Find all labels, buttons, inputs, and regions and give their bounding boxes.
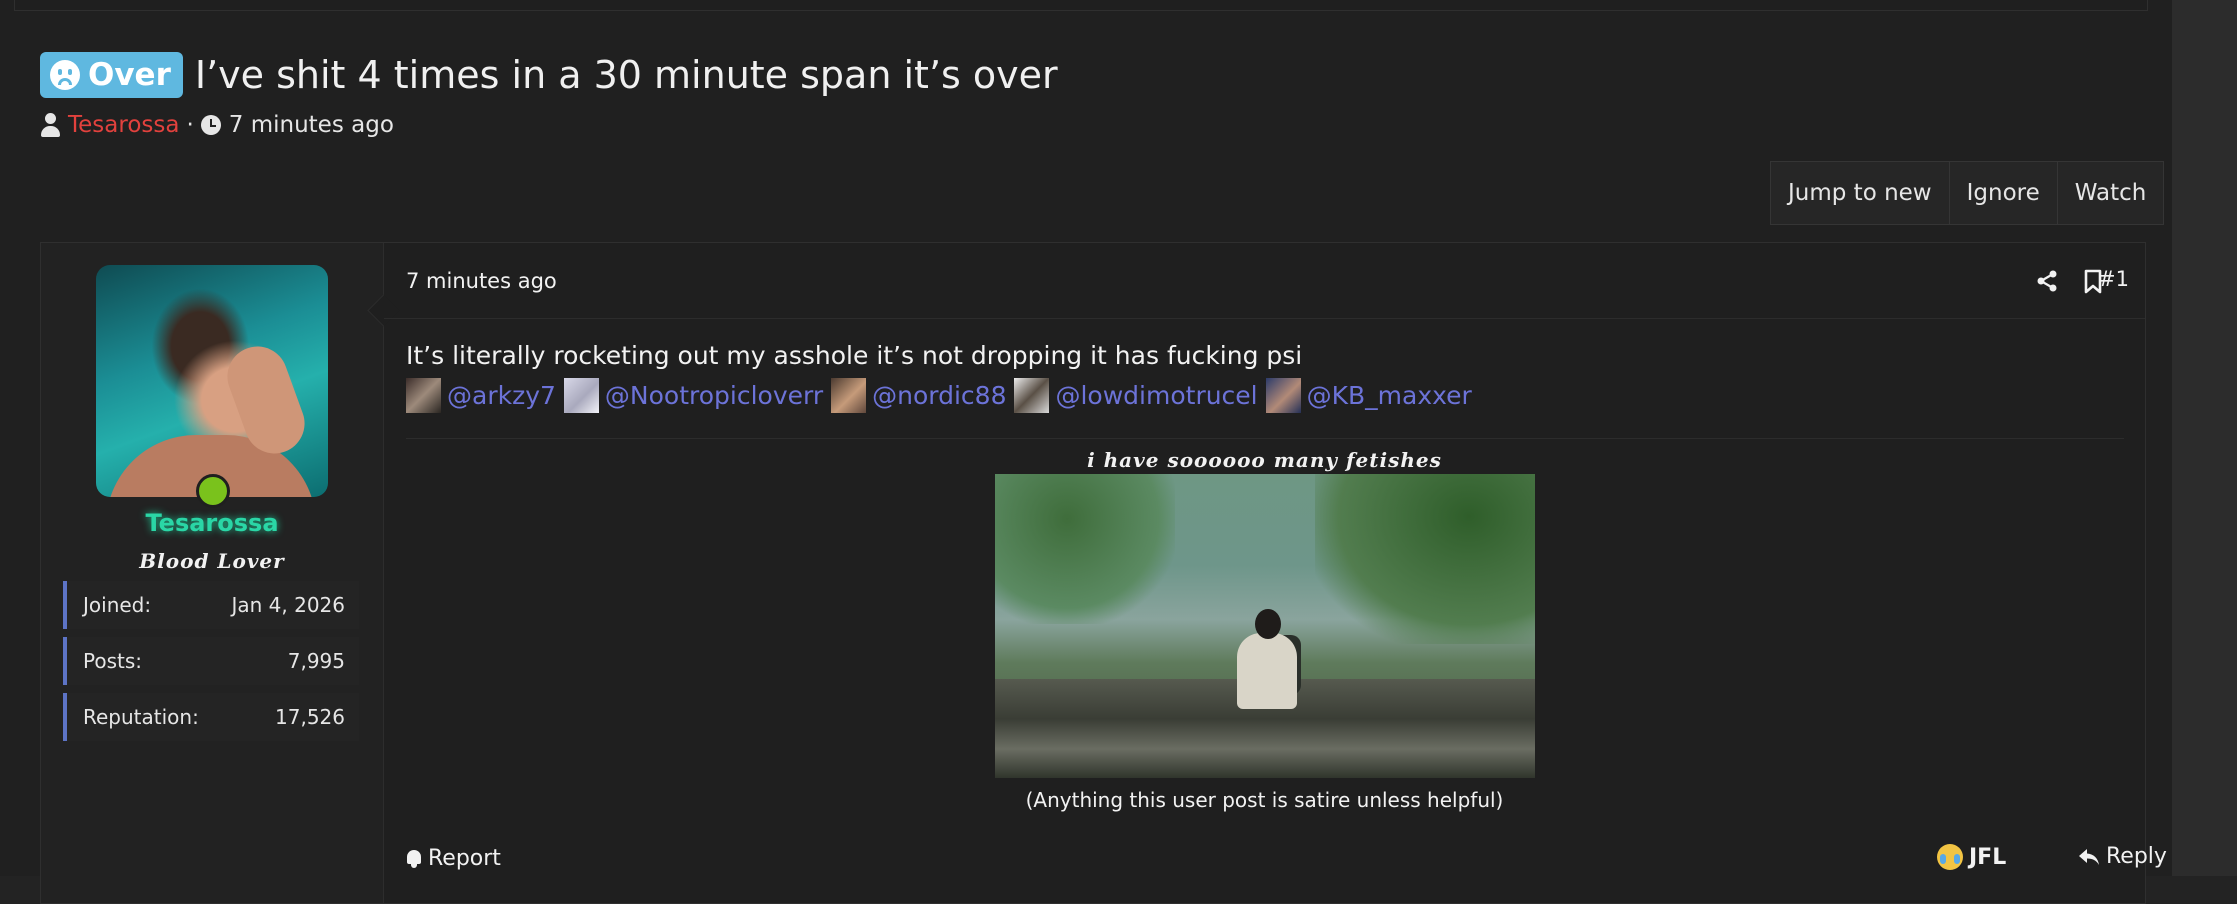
mention-list: @arkzy7 @Nootropicloverr @nordic88 @lowd…	[406, 378, 1480, 413]
signature-divider	[406, 438, 2124, 439]
post: Tesarossa Blood Lover Joined: Jan 4, 202…	[40, 242, 2167, 904]
thread-time[interactable]: 7 minutes ago	[229, 112, 394, 138]
reaction-label: JFL	[1969, 844, 2007, 870]
stat-value: 7,995	[287, 649, 345, 673]
post-time[interactable]: 7 minutes ago	[406, 269, 557, 293]
signature-note: (Anything this user post is satire unles…	[1025, 788, 1504, 812]
mention-username: @nordic88	[872, 381, 1007, 410]
mention-username: @arkzy7	[447, 381, 556, 410]
mention-avatar	[1265, 378, 1301, 413]
reply-label: Reply	[2106, 844, 2167, 869]
mention-username: @KB_maxxer	[1306, 381, 1472, 410]
thread-meta: Tesarossa · 7 minutes ago	[40, 112, 394, 138]
stat-joined: Joined: Jan 4, 2026	[63, 581, 359, 629]
stat-label: Joined:	[83, 593, 152, 617]
mention-link[interactable]: @arkzy7	[406, 378, 556, 413]
reading-woman-figure	[1227, 609, 1307, 709]
prefix-badge[interactable]: Over	[40, 52, 183, 98]
stat-value: Jan 4, 2026	[231, 593, 345, 617]
signature-caption: i have soooooo many fetishes	[1087, 448, 1442, 472]
stat-reputation: Reputation: 17,526	[63, 693, 359, 741]
mention-username: @lowdimotrucel	[1055, 381, 1258, 410]
post-user-cell: Tesarossa Blood Lover Joined: Jan 4, 202…	[41, 243, 384, 903]
thread-actions: Jump to new Ignore Watch	[1770, 161, 2165, 225]
mention-link[interactable]: @nordic88	[831, 378, 1006, 413]
ignore-button[interactable]: Ignore	[1950, 162, 2058, 224]
previous-block-edge	[14, 0, 2148, 11]
prefix-label: Over	[88, 57, 171, 93]
thread-title: I’ve shit 4 times in a 30 minute span it…	[194, 53, 1058, 97]
sad-face-icon	[50, 60, 80, 90]
mention-avatar	[831, 378, 867, 413]
user-icon	[40, 113, 60, 137]
reaction-jfl[interactable]: JFL	[1937, 844, 2006, 870]
mention-username: @Nootropicloverr	[604, 381, 824, 410]
post-body-text: It’s literally rocketing out my asshole …	[406, 341, 1303, 370]
report-button[interactable]: Report	[406, 846, 501, 871]
mention-link[interactable]: @lowdimotrucel	[1014, 378, 1258, 413]
meta-separator: ·	[186, 112, 194, 138]
bell-icon	[406, 849, 422, 868]
signature-image	[995, 474, 1535, 778]
post-main-cell: 7 minutes ago #1 It’s literally rocketin…	[384, 243, 2167, 903]
stat-posts: Posts: 7,995	[63, 637, 359, 685]
mention-avatar	[563, 378, 599, 413]
divider	[384, 318, 2145, 319]
stat-label: Reputation:	[83, 705, 199, 729]
username[interactable]: Tesarossa	[41, 509, 383, 537]
share-icon[interactable]	[2035, 269, 2059, 293]
avatar[interactable]	[96, 265, 328, 497]
jump-to-new-button[interactable]: Jump to new	[1771, 162, 1950, 224]
user-title: Blood Lover	[139, 549, 285, 573]
thread-author-link[interactable]: Tesarossa	[68, 112, 179, 138]
mention-link[interactable]: @KB_maxxer	[1265, 378, 1472, 413]
crying-laughing-emoji-icon	[1937, 844, 1963, 870]
post-number-link[interactable]: #1	[2098, 267, 2129, 291]
stat-value: 17,526	[275, 705, 345, 729]
mention-avatar	[1014, 378, 1050, 413]
report-label: Report	[428, 846, 501, 871]
stat-label: Posts:	[83, 649, 143, 673]
reply-icon	[2079, 848, 2099, 865]
clock-icon	[200, 115, 221, 135]
thread-header: Over I’ve shit 4 times in a 30 minute sp…	[40, 52, 1058, 98]
reply-button[interactable]: Reply	[2078, 844, 2167, 869]
watch-button[interactable]: Watch	[2058, 162, 2164, 224]
right-gutter	[2172, 0, 2237, 876]
mention-link[interactable]: @Nootropicloverr	[563, 378, 824, 413]
mention-avatar	[406, 378, 441, 413]
online-status-indicator	[196, 474, 230, 508]
